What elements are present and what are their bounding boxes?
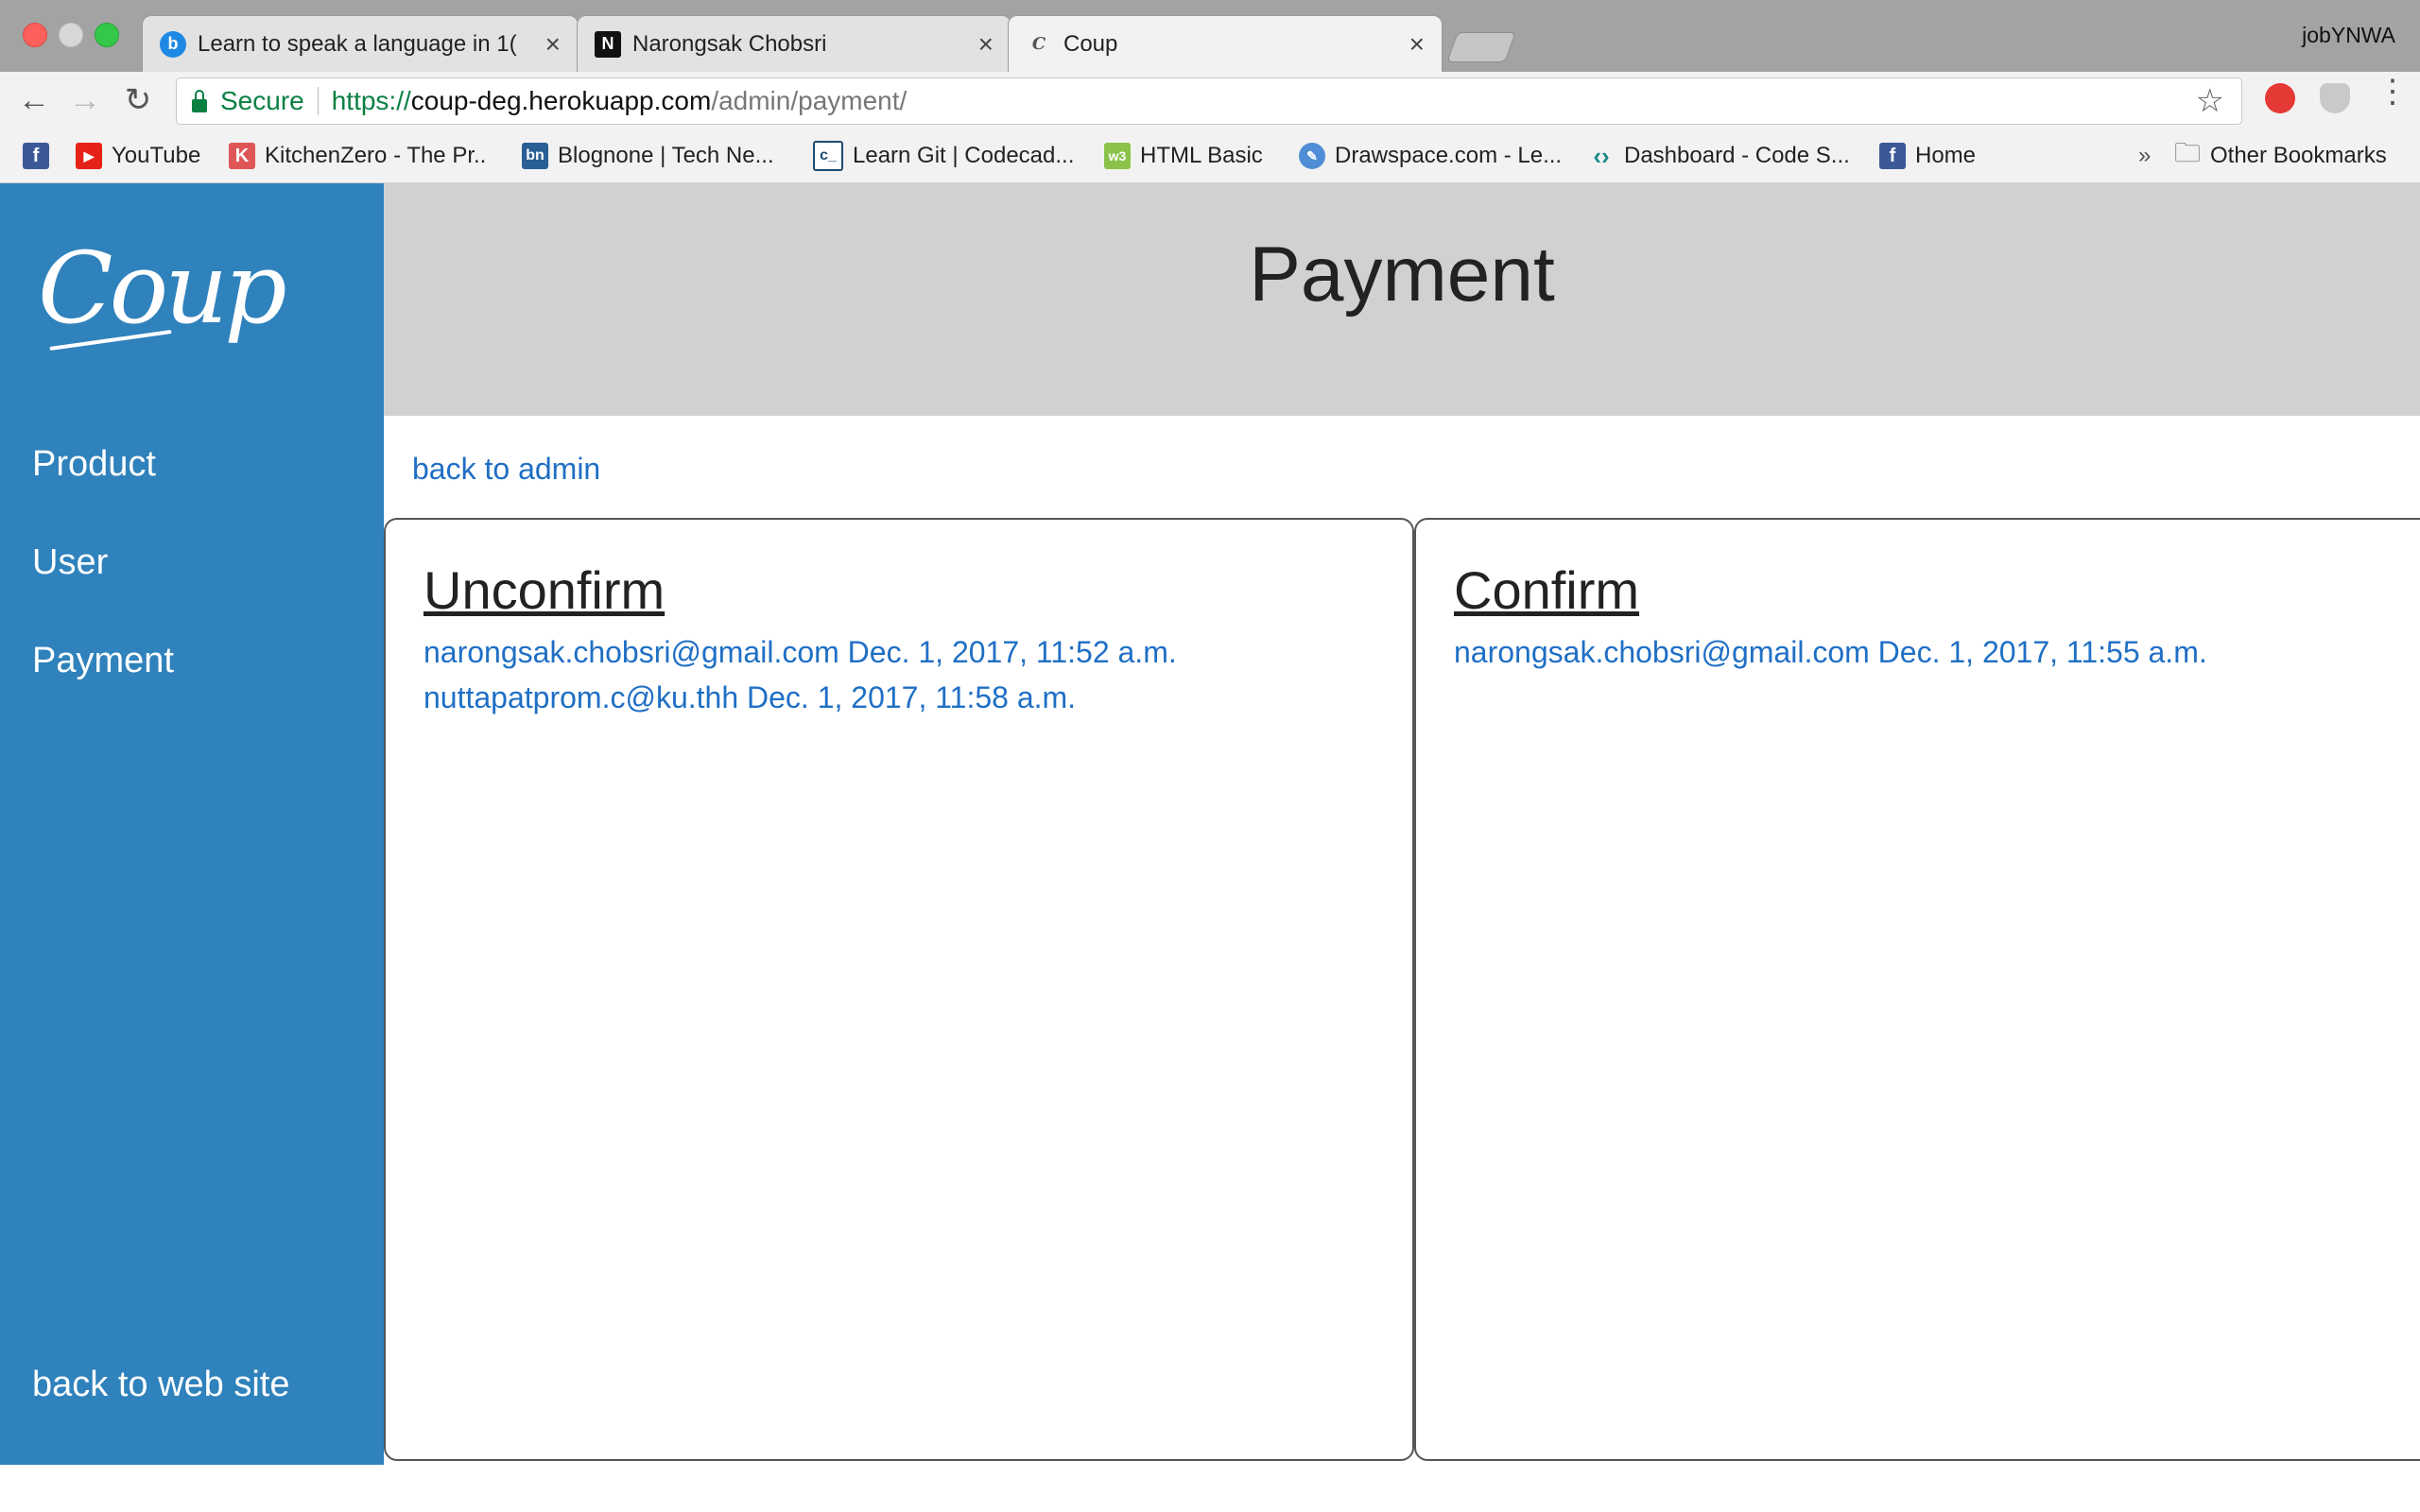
- bn-icon: bn: [522, 143, 548, 169]
- browser-menu-icon[interactable]: ⋮: [2377, 76, 2409, 108]
- bookmark-label: Learn Git | Codecad...: [853, 143, 1075, 168]
- bookmark-label: Dashboard - Code S...: [1624, 143, 1850, 168]
- tab-close-icon[interactable]: ×: [978, 29, 994, 60]
- w3-icon: w3: [1104, 143, 1131, 169]
- tab-favicon-icon: b: [160, 30, 186, 58]
- address-separator: [317, 87, 319, 115]
- bookmark-label: Home: [1915, 143, 1977, 168]
- bookmark-label: Blognone | Tech Ne...: [558, 143, 774, 168]
- url-host: coup-deg.herokuapp.com: [410, 86, 712, 115]
- page-bottom: [0, 1465, 2420, 1512]
- tab-narongsak[interactable]: N Narongsak Chobsri ×: [577, 15, 1011, 72]
- coup-logo[interactable]: Coup: [38, 231, 287, 346]
- address-bar[interactable]: Secure https:// coup-deg.herokuapp.com /…: [176, 77, 2242, 125]
- confirm-panel: Confirm narongsak.chobsri@gmail.com Dec.…: [1414, 518, 2420, 1461]
- facebook-icon: f: [23, 143, 49, 169]
- bookmark-youtube[interactable]: ▶ YouTube: [76, 140, 200, 172]
- payment-entry[interactable]: nuttapatprom.c@ku.thh Dec. 1, 2017, 11:5…: [424, 680, 1076, 715]
- bookmark-label: HTML Basic: [1140, 143, 1263, 168]
- reload-icon[interactable]: ↻: [117, 79, 159, 121]
- youtube-icon: ▶: [76, 143, 102, 169]
- tab-title: Narongsak Chobsri: [632, 30, 827, 57]
- page-title: Payment: [1249, 232, 1555, 318]
- tab-title: Learn to speak a language in 1(: [198, 30, 517, 57]
- bookmark-dashboard[interactable]: ‹› Dashboard - Code S...: [1588, 140, 1850, 172]
- bookmark-star-icon[interactable]: ☆: [2196, 82, 2224, 120]
- drawspace-icon: ✎: [1299, 143, 1325, 169]
- adblock-extension-icon[interactable]: [2265, 83, 2295, 113]
- bookmark-facebook[interactable]: f: [23, 140, 49, 172]
- bookmark-other-folder[interactable]: 🗀 Other Bookmarks: [2174, 138, 2387, 172]
- facebook-icon: f: [1879, 143, 1906, 169]
- bookmark-label: Other Bookmarks: [2210, 143, 2387, 168]
- bookmark-label: KitchenZero - The Pr..: [265, 143, 487, 168]
- sidebar-item-payment[interactable]: Payment: [32, 641, 174, 681]
- minimize-window-button[interactable]: [59, 23, 83, 47]
- codecademy-icon: c_: [813, 141, 843, 171]
- tab-learn-language[interactable]: b Learn to speak a language in 1( ×: [142, 15, 579, 72]
- shield-extension-icon[interactable]: [2320, 83, 2350, 113]
- tab-favicon-icon: C: [1031, 34, 1046, 54]
- code-icon: ‹›: [1593, 141, 1610, 170]
- tab-close-icon[interactable]: ×: [1409, 29, 1425, 60]
- bookmark-label: YouTube: [112, 143, 201, 168]
- back-to-admin-link[interactable]: back to admin: [412, 452, 600, 487]
- unconfirm-panel: Unconfirm narongsak.chobsri@gmail.com De…: [384, 518, 1414, 1461]
- bookmark-html-basic[interactable]: w3 HTML Basic: [1104, 140, 1263, 172]
- payment-entry[interactable]: narongsak.chobsri@gmail.com Dec. 1, 2017…: [1454, 635, 2207, 670]
- url-path: /admin/payment/: [711, 86, 908, 115]
- confirm-heading: Confirm: [1454, 560, 1640, 620]
- back-arrow-icon[interactable]: ←: [13, 79, 55, 121]
- bookmark-blognone[interactable]: bn Blognone | Tech Ne...: [522, 140, 774, 172]
- browser-toolbar: ← → ↻ Secure https:// coup-deg.herokuapp…: [0, 72, 2420, 130]
- secure-label: Secure: [220, 86, 304, 115]
- bookmark-drawspace[interactable]: ✎ Drawspace.com - Le...: [1299, 140, 1562, 172]
- tab-coup[interactable]: C Coup ×: [1008, 15, 1443, 72]
- browser-tab-strip: b Learn to speak a language in 1( × N Na…: [0, 0, 2420, 72]
- forward-arrow-icon[interactable]: →: [64, 79, 106, 121]
- profile-name[interactable]: jobYNWA: [2302, 23, 2395, 48]
- k-icon: K: [229, 143, 255, 169]
- tab-close-icon[interactable]: ×: [545, 29, 561, 60]
- sidebar-item-product[interactable]: Product: [32, 444, 156, 485]
- maximize-window-button[interactable]: [95, 23, 119, 47]
- tab-favicon-icon: N: [595, 30, 621, 58]
- back-to-website-link[interactable]: back to web site: [32, 1365, 289, 1405]
- unconfirm-heading: Unconfirm: [424, 560, 666, 620]
- bookmark-kitchenzero[interactable]: K KitchenZero - The Pr..: [229, 140, 486, 172]
- bookmarks-bar: f ▶ YouTube K KitchenZero - The Pr.. bn …: [0, 130, 2420, 183]
- bookmark-label: Drawspace.com - Le...: [1335, 143, 1563, 168]
- payment-entry[interactable]: narongsak.chobsri@gmail.com Dec. 1, 2017…: [424, 635, 1177, 670]
- page-header: Payment: [384, 183, 2420, 416]
- sidebar-item-user[interactable]: User: [32, 542, 108, 583]
- url-scheme: https://: [331, 86, 411, 115]
- close-window-button[interactable]: [23, 23, 47, 47]
- bookmark-home[interactable]: f Home: [1879, 140, 1976, 172]
- bookmark-codecademy[interactable]: c_ Learn Git | Codecad...: [813, 140, 1074, 172]
- folder-icon: 🗀: [2174, 138, 2202, 167]
- tab-title: Coup: [1063, 30, 1118, 57]
- lock-icon: [192, 90, 207, 112]
- new-tab-button[interactable]: [1446, 32, 1516, 62]
- admin-sidebar: Coup Product User Payment back to web si…: [0, 183, 384, 1465]
- bookmarks-overflow-chevron-icon[interactable]: »: [2138, 140, 2151, 172]
